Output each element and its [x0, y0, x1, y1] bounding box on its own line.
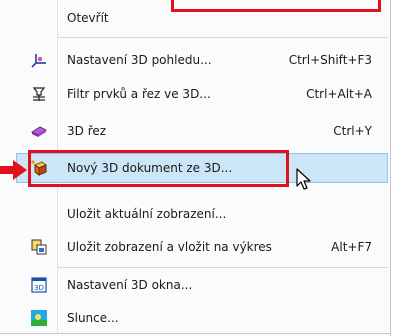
- menu-item-sun[interactable]: Slunce...: [14, 303, 390, 333]
- menu-item-shortcut: Ctrl+Shift+F3: [288, 53, 372, 67]
- menu-item-label: Uložit aktuální zobrazení...: [67, 207, 227, 221]
- menu-item-save-current-view[interactable]: Uložit aktuální zobrazení...: [14, 199, 390, 229]
- save-place-on-drawing-icon: [31, 239, 47, 255]
- menu-item-3d-view-settings[interactable]: Nastavení 3D pohledu... Ctrl+Shift+F3: [14, 45, 390, 75]
- menu-item-label: Otevřít: [67, 11, 109, 25]
- 3d-view-axes-icon: [31, 52, 47, 68]
- menu-separator: [58, 267, 388, 268]
- menu-item-3d-window-settings[interactable]: 3D Nastavení 3D okna...: [14, 270, 390, 300]
- menu-item-shortcut: Ctrl+Alt+A: [306, 87, 372, 101]
- callout-box-new-3d-document: [28, 150, 289, 187]
- 3d-cut-icon: [30, 123, 48, 139]
- mouse-cursor-icon: [296, 168, 311, 190]
- menu-border: [0, 333, 391, 334]
- sun-icon: [31, 310, 47, 326]
- 3d-window-settings-icon: 3D: [31, 277, 47, 293]
- menu-item-label: 3D řez: [67, 124, 107, 138]
- menu-item-3d-cut[interactable]: 3D řez Ctrl+Y: [14, 116, 390, 146]
- menu-item-label: Uložit zobrazení a vložit na výkres: [67, 240, 272, 254]
- menu-item-label: Nastavení 3D pohledu...: [67, 53, 212, 67]
- menu-item-shortcut: Alt+F7: [331, 240, 372, 254]
- background-gap: [391, 0, 401, 336]
- svg-text:3D: 3D: [34, 284, 44, 292]
- filter-cut-icon: [31, 86, 47, 102]
- callout-arrow-icon: [0, 160, 27, 180]
- menu-item-label: Filtr prvků a řez ve 3D...: [67, 87, 211, 101]
- menu-item-label: Slunce...: [67, 311, 119, 325]
- menu-item-filter-cut-3d[interactable]: Filtr prvků a řez ve 3D... Ctrl+Alt+A: [14, 79, 390, 109]
- callout-box-top: [171, 0, 381, 12]
- menu-item-label: Nastavení 3D okna...: [67, 278, 193, 292]
- menu-item-save-view-place-on-drawing[interactable]: Uložit zobrazení a vložit na výkres Alt+…: [14, 232, 390, 262]
- menu-separator: [58, 37, 388, 38]
- menu-item-shortcut: Ctrl+Y: [333, 124, 372, 138]
